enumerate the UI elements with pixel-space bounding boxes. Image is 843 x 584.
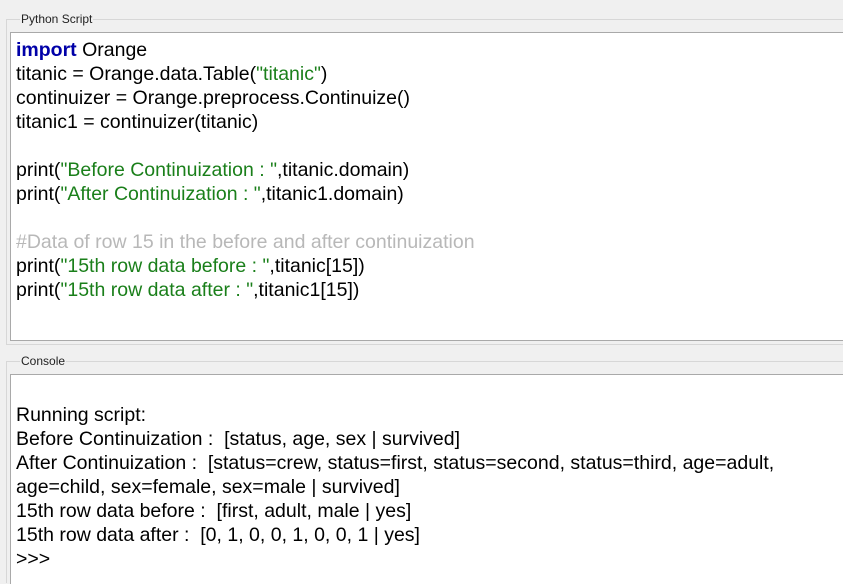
code-text: ,titanic.domain)	[277, 159, 410, 181]
code-line: print("After Continuization : ",titanic1…	[16, 182, 843, 206]
code-line: continuizer = Orange.preprocess.Continui…	[16, 86, 843, 110]
code-line: print("15th row data after : ",titanic1[…	[16, 278, 843, 302]
console-line: 15th row data after : [0, 1, 0, 0, 1, 0,…	[16, 524, 420, 546]
code-string: "15th row data before : "	[60, 255, 270, 277]
code-text: titanic1 = continuizer(titanic)	[16, 111, 259, 133]
code-text: print(	[16, 279, 61, 301]
console-line: 15th row data before : [first, adult, ma…	[16, 500, 412, 522]
code-string: "Before Continuization : "	[60, 159, 277, 181]
console-title: Console	[20, 354, 67, 368]
code-text: titanic = Orange.data.Table(	[16, 63, 257, 85]
code-text: ,titanic[15])	[269, 255, 365, 277]
code-string: "titanic"	[256, 63, 321, 85]
code-text: print(	[16, 183, 61, 205]
code-line: titanic = Orange.data.Table("titanic")	[16, 62, 843, 86]
console-group: Console Running script: Before Continuiza…	[6, 354, 843, 584]
python-script-group: Python Script import Orange titanic = Ora…	[6, 12, 843, 345]
code-text: print(	[16, 255, 61, 277]
code-line: titanic1 = continuizer(titanic)	[16, 110, 843, 134]
code-string: "After Continuization : "	[60, 183, 261, 205]
console-output[interactable]: Running script: Before Continuization : […	[10, 374, 843, 584]
script-editor[interactable]: import Orange titanic = Orange.data.Table…	[10, 32, 843, 341]
code-text: )	[320, 63, 328, 85]
code-keyword: import	[16, 39, 77, 61]
code-text: ,titanic1[15])	[253, 279, 360, 301]
code-line: #Data of row 15 in the before and after …	[16, 230, 843, 254]
console-line: age=child, sex=female, sex=male | surviv…	[16, 476, 400, 498]
code-text: ,titanic1.domain)	[260, 183, 404, 205]
code-text: print(	[16, 159, 61, 181]
console-prompt: >>>	[16, 548, 51, 570]
console-line: After Continuization : [status=crew, sta…	[16, 452, 775, 474]
console-line: Before Continuization : [status, age, se…	[16, 428, 461, 450]
code-line: print("15th row data before : ",titanic[…	[16, 254, 843, 278]
code-comment: #Data of row 15 in the before and after …	[16, 231, 475, 253]
code-text: Orange	[76, 39, 148, 61]
code-line: import Orange	[16, 38, 843, 62]
console-line: Running script:	[16, 404, 147, 426]
code-text: continuizer = Orange.preprocess.Continui…	[16, 87, 410, 109]
python-script-title: Python Script	[20, 12, 94, 26]
code-string: "15th row data after : "	[60, 279, 254, 301]
code-line: print("Before Continuization : ",titanic…	[16, 158, 843, 182]
